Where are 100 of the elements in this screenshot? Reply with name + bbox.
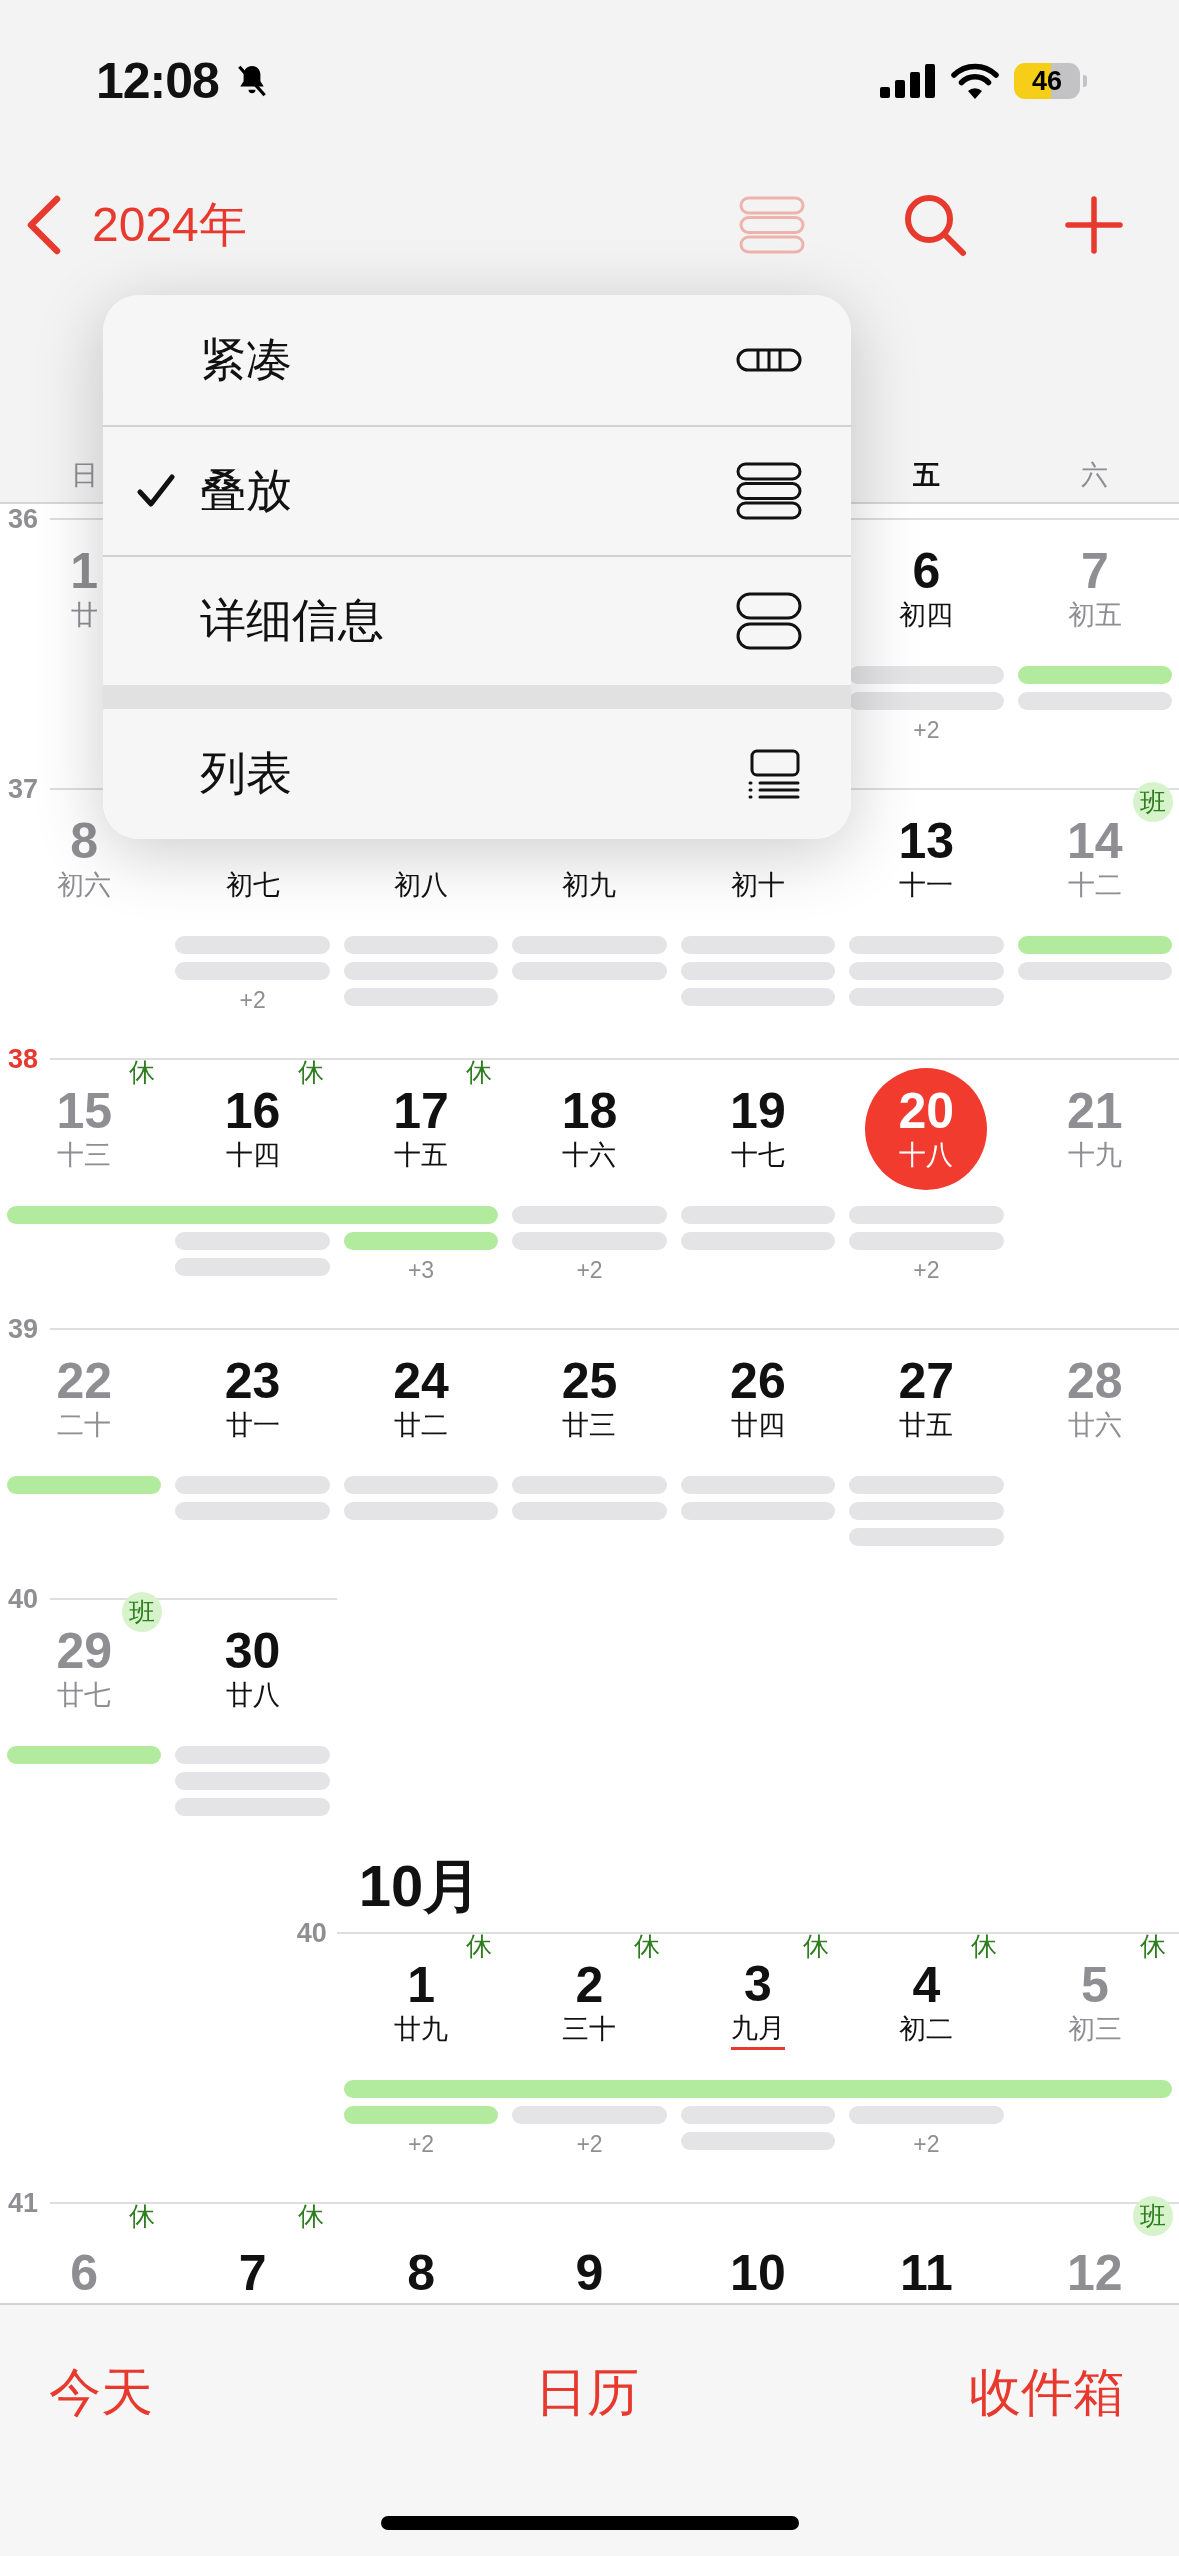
holiday-label: 休 <box>465 1055 494 1089</box>
view-toggle[interactable] <box>739 196 805 254</box>
event-bar[interactable] <box>680 936 836 954</box>
event-bar[interactable] <box>343 962 499 980</box>
lunar-date: 初九 <box>562 868 617 902</box>
event-bar[interactable] <box>849 962 1004 980</box>
day-number: 27 <box>898 1353 955 1408</box>
holiday-event-bar[interactable] <box>1017 666 1172 684</box>
tab-item[interactable]: 日历 <box>535 2360 639 2424</box>
lunar-date: 初五 <box>1067 598 1122 632</box>
event-bar[interactable] <box>849 1502 1004 1520</box>
day-number: 7 <box>1080 543 1109 598</box>
workday-label: 班 <box>1132 2196 1173 2236</box>
lunar-date: 廿五 <box>899 1408 954 1442</box>
day-number: 6 <box>912 543 941 598</box>
event-bar[interactable] <box>680 2132 836 2150</box>
event-bar[interactable] <box>175 936 330 954</box>
lunar-date: 十二 <box>1067 868 1122 902</box>
event-bar[interactable] <box>512 1502 667 1520</box>
lunar-date: 九月 <box>730 2010 785 2050</box>
event-bar[interactable] <box>343 1476 499 1494</box>
week-number: 41 <box>8 2188 39 2218</box>
event-bar[interactable] <box>175 1746 330 1764</box>
day-number: 4 <box>912 1957 941 2012</box>
event-bar[interactable] <box>175 1476 330 1494</box>
event-bar[interactable] <box>175 1772 330 1790</box>
holiday-event-bar[interactable] <box>7 1746 162 1764</box>
lunar-date: 十四 <box>225 1138 280 1172</box>
lunar-date: 十六 <box>562 1138 617 1172</box>
event-bar[interactable] <box>680 1232 836 1250</box>
event-bar[interactable] <box>680 2106 836 2124</box>
event-bar[interactable] <box>512 1206 667 1224</box>
more-events-count: +2 <box>239 988 266 1012</box>
event-bar[interactable] <box>849 1232 1004 1250</box>
day-number: 23 <box>224 1353 281 1408</box>
holiday-event-bar[interactable] <box>343 2080 1172 2098</box>
event-bar[interactable] <box>849 2106 1004 2124</box>
add-button[interactable] <box>1065 196 1123 254</box>
tab-item[interactable]: 收件箱 <box>969 2360 1125 2424</box>
tab-item[interactable]: 今天 <box>49 2360 153 2424</box>
event-bar[interactable] <box>680 962 836 980</box>
segmented-pill-icon <box>736 348 802 372</box>
event-bar[interactable] <box>175 1502 330 1520</box>
day-number: 15 <box>56 1083 112 1138</box>
day-number: 25 <box>561 1353 618 1408</box>
lunar-date: 廿四 <box>730 1408 785 1442</box>
event-bar[interactable] <box>175 962 330 980</box>
event-bar[interactable] <box>343 1502 499 1520</box>
event-bar[interactable] <box>680 1502 836 1520</box>
holiday-event-bar[interactable] <box>343 2106 499 2124</box>
event-bar[interactable] <box>849 936 1004 954</box>
event-bar[interactable] <box>512 2106 667 2124</box>
back-button[interactable]: 2024年 <box>24 193 247 257</box>
event-bar[interactable] <box>512 962 667 980</box>
event-bar[interactable] <box>512 936 667 954</box>
lunar-date: 初六 <box>57 868 112 902</box>
week-number: 40 <box>296 1918 328 1948</box>
event-bar[interactable] <box>343 936 499 954</box>
event-bar[interactable] <box>1017 962 1172 980</box>
event-bar[interactable] <box>849 692 1004 710</box>
weekday-label: 日 <box>70 459 98 492</box>
menu-item[interactable]: 列表 <box>103 709 851 839</box>
menu-item[interactable]: 叠放 <box>103 425 851 555</box>
day-number: 20 <box>898 1083 955 1138</box>
lunar-date: 十一 <box>899 868 954 902</box>
event-bar[interactable] <box>343 988 499 1006</box>
event-bar[interactable] <box>680 1206 836 1224</box>
event-bar[interactable] <box>680 988 836 1006</box>
holiday-label: 休 <box>128 2199 157 2233</box>
event-bar[interactable] <box>849 666 1004 684</box>
event-bar[interactable] <box>175 1232 330 1250</box>
day-number: 18 <box>561 1083 618 1138</box>
event-bar[interactable] <box>512 1232 667 1250</box>
holiday-label: 休 <box>1138 1929 1167 1963</box>
lunar-date: 十九 <box>1067 1138 1122 1172</box>
day-number: 11 <box>899 2246 953 2300</box>
event-bar[interactable] <box>849 1528 1004 1546</box>
week-number: 37 <box>8 774 39 804</box>
lunar-date: 二十 <box>57 1408 112 1442</box>
weekday-label: 五 <box>912 459 940 492</box>
event-bar[interactable] <box>849 1206 1004 1224</box>
signal-icon <box>880 64 936 98</box>
search-button[interactable] <box>903 193 967 257</box>
event-bar[interactable] <box>175 1798 330 1816</box>
event-bar[interactable] <box>1017 692 1172 710</box>
event-bar[interactable] <box>849 988 1004 1006</box>
event-bar[interactable] <box>175 1258 330 1276</box>
holiday-event-bar[interactable] <box>1017 936 1172 954</box>
day-number: 12 <box>1066 2246 1123 2300</box>
event-bar[interactable] <box>512 1476 667 1494</box>
menu-item[interactable]: 紧凑 <box>103 295 851 425</box>
event-bar[interactable] <box>849 1476 1004 1494</box>
stacked-pills-icon <box>736 462 802 520</box>
lunar-date: 廿一 <box>225 1408 280 1442</box>
day-number: 9 <box>575 2246 604 2300</box>
holiday-event-bar[interactable] <box>343 1232 499 1250</box>
event-bar[interactable] <box>680 1476 836 1494</box>
holiday-event-bar[interactable] <box>7 1476 162 1494</box>
holiday-event-bar[interactable] <box>7 1206 499 1224</box>
day-number: 3 <box>744 1956 772 2011</box>
